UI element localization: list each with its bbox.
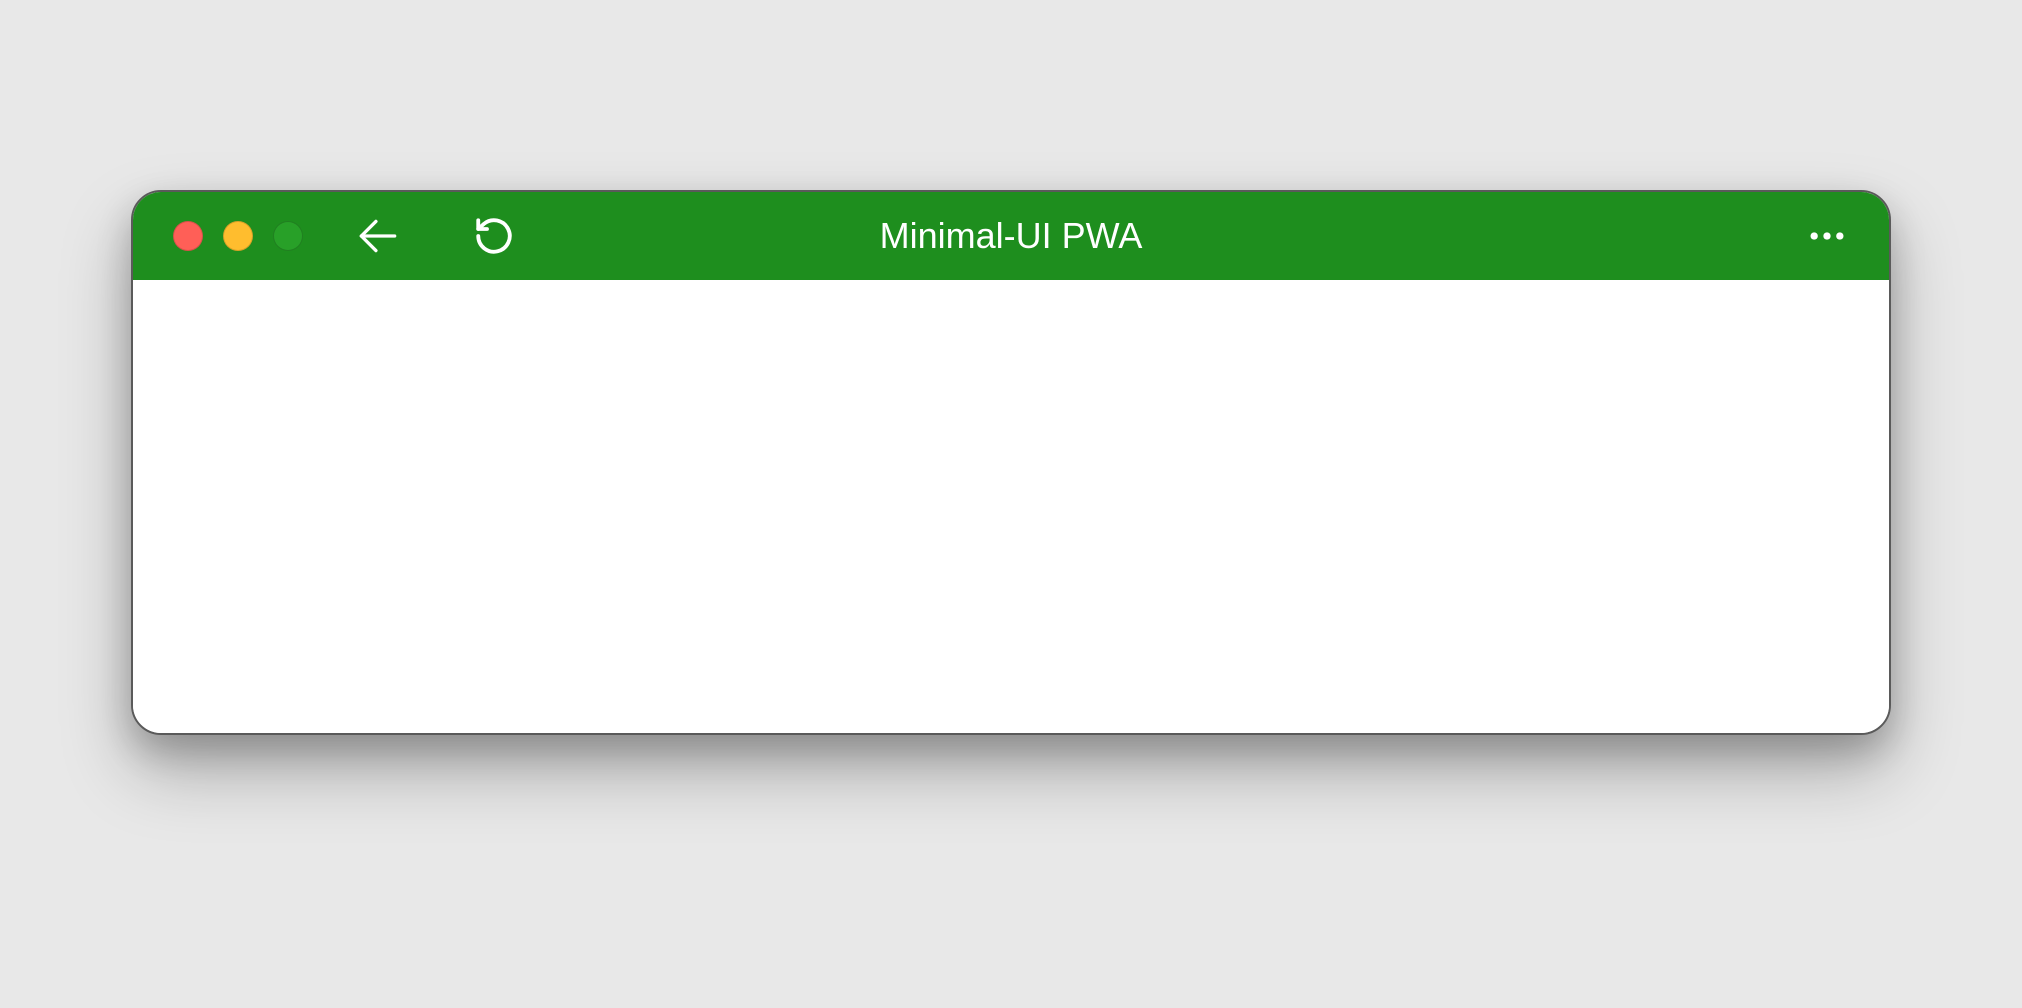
nav-controls	[353, 211, 515, 261]
window-controls	[173, 221, 303, 251]
close-button[interactable]	[173, 221, 203, 251]
app-window: Minimal-UI PWA	[131, 190, 1891, 735]
reload-button[interactable]	[473, 215, 515, 257]
minimize-button[interactable]	[223, 221, 253, 251]
content-area	[133, 280, 1889, 733]
reload-icon	[473, 215, 515, 257]
window-title: Minimal-UI PWA	[880, 215, 1143, 257]
back-button[interactable]	[353, 211, 403, 261]
titlebar: Minimal-UI PWA	[133, 192, 1889, 280]
maximize-button[interactable]	[273, 221, 303, 251]
more-menu-button[interactable]	[1805, 214, 1849, 258]
back-arrow-icon	[353, 211, 403, 261]
more-horizontal-icon	[1805, 214, 1849, 258]
